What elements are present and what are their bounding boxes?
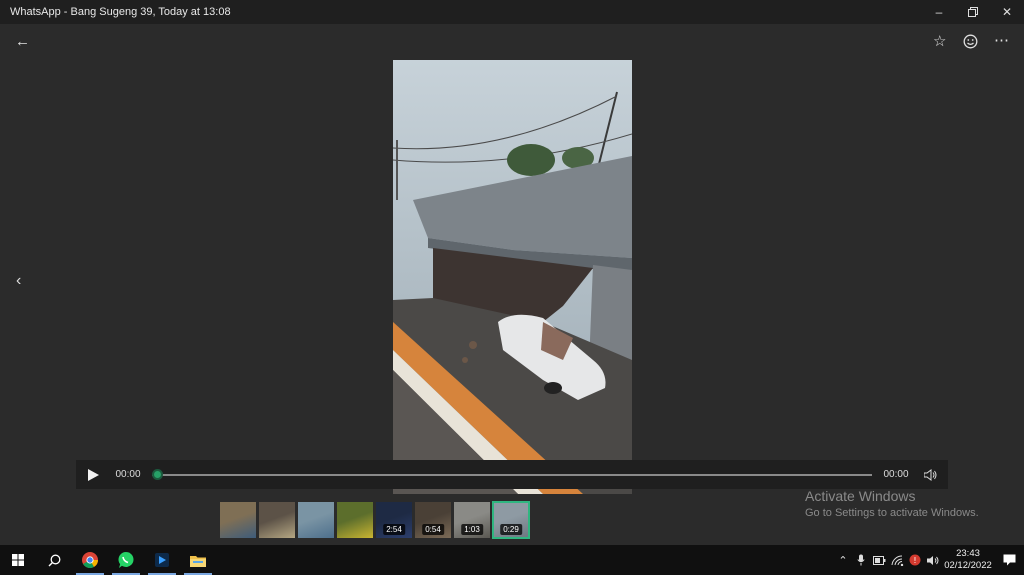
media-thumbnail[interactable]: 0:29 (492, 501, 530, 539)
current-time: 00:00 (115, 469, 141, 480)
restore-button[interactable] (956, 0, 990, 24)
search-button[interactable] (36, 545, 72, 575)
seek-bar[interactable] (152, 468, 872, 482)
seek-handle[interactable] (152, 468, 163, 480)
battery-icon (872, 555, 885, 565)
clock-time: 23:43 (956, 548, 980, 559)
more-button[interactable]: ⋯ (994, 33, 1009, 49)
network-button[interactable] (888, 545, 906, 575)
notifications-button[interactable] (994, 545, 1024, 575)
media-app-icon (155, 553, 169, 567)
previous-media-button[interactable]: ‹ (16, 272, 21, 290)
taskbar-media-app[interactable] (144, 545, 180, 575)
seek-track (152, 473, 872, 476)
taskbar-whatsapp[interactable] (108, 545, 144, 575)
taskbar-chrome[interactable] (72, 545, 108, 575)
star-icon: ☆ (933, 33, 947, 50)
chevron-left-icon: ‹ (16, 272, 22, 289)
restore-icon (968, 7, 978, 17)
wifi-icon (891, 554, 903, 566)
thumbnail-strip: 2:54 0:54 1:03 0:29 (220, 501, 530, 539)
security-button[interactable]: ! (906, 545, 924, 575)
search-icon (48, 554, 60, 566)
close-icon: ✕ (1001, 5, 1013, 19)
svg-text:!: ! (913, 556, 916, 565)
chrome-icon (82, 552, 98, 568)
thumbnail-duration: 0:54 (422, 524, 444, 535)
duration-time: 00:00 (883, 469, 909, 480)
start-button[interactable] (0, 545, 36, 575)
media-thumbnail[interactable]: 0:54 (415, 502, 451, 538)
back-button[interactable]: ← (15, 34, 30, 50)
media-thumbnail[interactable]: 1:03 (454, 502, 490, 538)
play-icon (87, 468, 99, 481)
battery-button[interactable] (870, 545, 888, 575)
emoji-icon (963, 34, 978, 49)
media-thumbnail[interactable] (259, 502, 295, 538)
more-icon: ⋯ (994, 32, 1009, 49)
play-button[interactable] (76, 468, 110, 481)
notification-center-icon (1003, 554, 1015, 566)
taskbar: ⌃ ! 23:43 02/12/2022 (0, 545, 1024, 575)
video-frame[interactable] (393, 60, 632, 494)
minimize-icon: – (935, 5, 943, 19)
minimize-button[interactable]: – (922, 0, 956, 24)
volume-icon (924, 468, 937, 481)
media-thumbnail[interactable] (220, 502, 256, 538)
media-controls: 00:00 00:00 (76, 460, 948, 489)
windows-start-icon (12, 554, 24, 566)
title-bar: WhatsApp - Bang Sugeng 39, Today at 13:0… (0, 0, 1024, 24)
clock-date: 02/12/2022 (944, 560, 992, 571)
media-thumbnail[interactable]: 2:54 (376, 502, 412, 538)
activate-subtitle: Go to Settings to activate Windows. (805, 507, 979, 519)
media-thumbnail[interactable] (298, 502, 334, 538)
thumbnail-duration: 2:54 (383, 524, 405, 535)
emoji-button[interactable] (963, 34, 978, 53)
back-arrow-icon: ← (15, 33, 30, 50)
volume-button[interactable] (914, 468, 948, 481)
video-still-image (393, 60, 632, 494)
speaker-icon (926, 555, 938, 565)
activate-windows-watermark: Activate Windows Go to Settings to activ… (805, 488, 979, 519)
activate-title: Activate Windows (805, 488, 916, 504)
thumbnail-duration: 1:03 (461, 524, 483, 535)
chevron-up-icon: ⌃ (838, 554, 848, 567)
close-button[interactable]: ✕ (990, 0, 1024, 24)
whatsapp-icon (118, 552, 134, 568)
system-tray: ⌃ ! 23:43 02/12/2022 (834, 545, 1024, 575)
clock[interactable]: 23:43 02/12/2022 (942, 548, 994, 572)
file-explorer-icon (190, 555, 206, 567)
window-title: WhatsApp - Bang Sugeng 39, Today at 13:0… (10, 6, 231, 18)
microphone-button[interactable] (852, 545, 870, 575)
microphone-icon (857, 554, 865, 566)
taskbar-file-explorer[interactable] (180, 545, 216, 575)
security-alert-icon: ! (909, 554, 921, 566)
volume-tray-button[interactable] (924, 545, 942, 575)
show-hidden-icons-button[interactable]: ⌃ (834, 545, 852, 575)
star-button[interactable]: ☆ (933, 34, 946, 50)
media-thumbnail[interactable] (337, 502, 373, 538)
thumbnail-duration: 0:29 (500, 524, 522, 535)
